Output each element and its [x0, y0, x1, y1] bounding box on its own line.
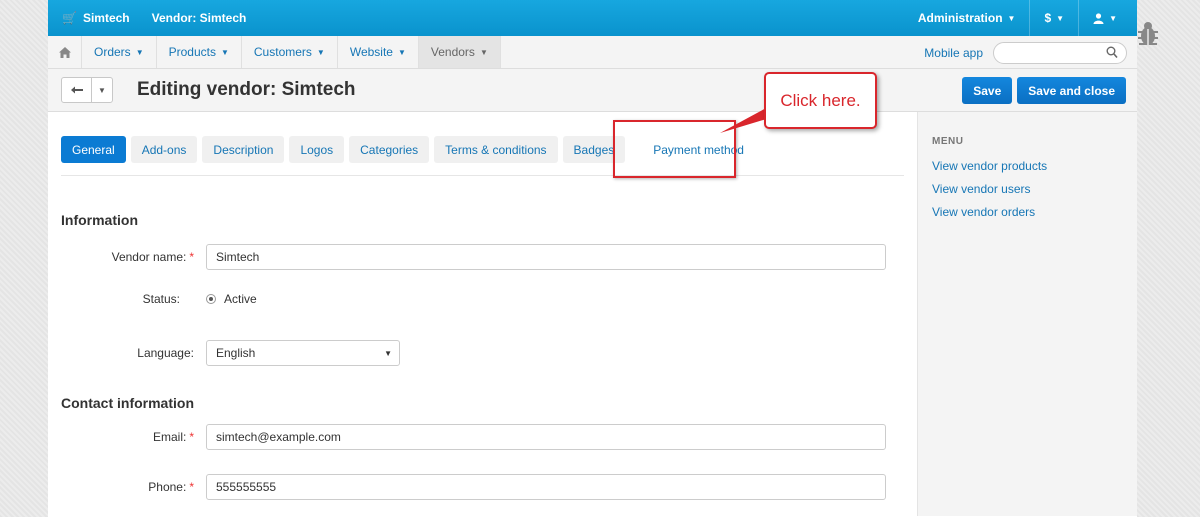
home-button[interactable] — [48, 36, 82, 68]
user-menu[interactable]: ▼ — [1078, 0, 1137, 36]
cart-icon: 🛒 — [62, 11, 77, 25]
back-button[interactable] — [62, 78, 92, 102]
nav-orders-label: Orders — [94, 45, 131, 59]
content: General Add-ons Description Logos Catego… — [48, 112, 1137, 516]
page-background-left — [0, 0, 48, 517]
chevron-down-icon: ▼ — [1056, 13, 1065, 23]
language-select[interactable]: English ▼ — [206, 340, 400, 366]
administration-label: Administration — [917, 11, 1003, 25]
phone-label-text: Phone: — [148, 480, 187, 494]
currency-menu[interactable]: $ ▼ — [1029, 0, 1078, 36]
save-and-close-button[interactable]: Save and close — [1017, 77, 1126, 104]
phone-label: Phone: * — [61, 480, 206, 494]
main-panel: General Add-ons Description Logos Catego… — [48, 112, 917, 516]
sidebar: MENU View vendor products View vendor us… — [917, 112, 1137, 516]
required-mark: * — [189, 430, 194, 444]
tab-logos[interactable]: Logos — [289, 136, 345, 163]
chevron-down-icon: ▼ — [397, 47, 406, 57]
tab-categories[interactable]: Categories — [349, 136, 430, 163]
admin-app: 🛒 Simtech Vendor: Simtech Administration… — [48, 0, 1137, 517]
back-button-group: ▼ — [61, 77, 113, 103]
nav-products-label: Products — [168, 45, 216, 59]
nav-right: Mobile app — [924, 36, 1127, 69]
phone-row: Phone: * 555555555 — [61, 474, 886, 500]
main-nav: Orders ▼ Products ▼ Customers ▼ Website ▼ Ve… — [48, 36, 1137, 69]
section-information: Information — [61, 212, 138, 228]
administration-menu[interactable]: Administration ▼ — [904, 0, 1030, 36]
currency-label: $ — [1044, 11, 1052, 25]
status-label: Status: — [142, 292, 180, 306]
search-box — [993, 41, 1127, 64]
tab-add-ons[interactable]: Add-ons — [130, 136, 198, 163]
chevron-down-icon: ▼ — [1007, 13, 1016, 23]
search-input[interactable] — [1002, 42, 1102, 63]
payment-method-highlight — [613, 120, 736, 178]
language-value: English — [216, 346, 256, 360]
email-label: Email: * — [61, 430, 206, 444]
sidebar-link-vendor-products[interactable]: View vendor products — [932, 159, 1123, 173]
chevron-down-icon: ▼ — [220, 47, 229, 57]
nav-website-label: Website — [349, 45, 393, 59]
status-row: Status: Active — [61, 292, 257, 306]
email-row: Email: * simtech@example.com — [61, 424, 886, 450]
page-background-right — [1137, 0, 1200, 517]
top-bar-right: Administration ▼ $ ▼ ▼ — [904, 0, 1137, 36]
sidebar-link-vendor-orders[interactable]: View vendor orders — [932, 205, 1123, 219]
vendor-name-label-text: Vendor name: — [111, 250, 187, 264]
vendor-name-field[interactable]: Simtech — [206, 244, 886, 270]
section-contact-information: Contact information — [61, 395, 194, 411]
required-mark: * — [189, 480, 194, 494]
back-dropdown-button[interactable]: ▼ — [92, 78, 112, 102]
top-bar: 🛒 Simtech Vendor: Simtech Administration… — [48, 0, 1137, 36]
nav-products[interactable]: Products ▼ — [157, 36, 242, 68]
radio-selected-icon — [206, 294, 216, 304]
nav-vendors[interactable]: Vendors ▼ — [418, 36, 501, 68]
tab-general[interactable]: General — [61, 136, 126, 163]
nav-vendors-label: Vendors — [430, 45, 475, 59]
callout-note: Click here. — [764, 72, 877, 129]
language-row: Language: English ▼ — [61, 340, 400, 366]
sidebar-link-vendor-users[interactable]: View vendor users — [932, 182, 1123, 196]
home-icon — [58, 46, 71, 58]
back-arrow-icon — [70, 86, 83, 94]
status-radio[interactable]: Active — [206, 292, 257, 306]
page-title: Editing vendor: Simtech — [137, 79, 356, 100]
phone-field[interactable]: 555555555 — [206, 474, 886, 500]
chevron-down-icon: ▼ — [135, 47, 144, 57]
user-icon — [1093, 12, 1104, 24]
vendor-name-row: Vendor name: * Simtech — [61, 244, 886, 270]
tab-terms-conditions[interactable]: Terms & conditions — [434, 136, 558, 163]
header-buttons: Save Save and close — [962, 77, 1126, 104]
nav-orders[interactable]: Orders ▼ — [82, 36, 157, 68]
language-label: Language: — [137, 346, 194, 360]
email-label-text: Email: — [152, 430, 187, 444]
nav-website[interactable]: Website ▼ — [338, 36, 419, 68]
save-button[interactable]: Save — [962, 77, 1013, 104]
email-field[interactable]: simtech@example.com — [206, 424, 886, 450]
search-icon[interactable] — [1106, 46, 1118, 60]
sidebar-menu-title: MENU — [932, 136, 964, 147]
required-mark: * — [189, 250, 194, 264]
page-header: ▼ Editing vendor: Simtech Save Save and … — [48, 69, 1137, 112]
chevron-down-icon: ▼ — [1109, 13, 1117, 23]
mobile-app-link[interactable]: Mobile app — [924, 46, 983, 60]
bug-icon[interactable] — [1136, 20, 1160, 48]
chevron-down-icon: ▼ — [384, 348, 392, 358]
chevron-down-icon: ▼ — [98, 85, 106, 95]
tab-description[interactable]: Description — [202, 136, 285, 163]
chevron-down-icon: ▼ — [316, 47, 325, 57]
store-link[interactable]: Simtech — [83, 11, 130, 25]
vendor-link[interactable]: Vendor: Simtech — [152, 11, 247, 25]
nav-customers-label: Customers — [253, 45, 312, 59]
nav-customers[interactable]: Customers ▼ — [242, 36, 338, 68]
status-value: Active — [224, 292, 257, 306]
chevron-down-icon: ▼ — [479, 47, 488, 57]
vendor-name-label: Vendor name: * — [61, 250, 206, 264]
